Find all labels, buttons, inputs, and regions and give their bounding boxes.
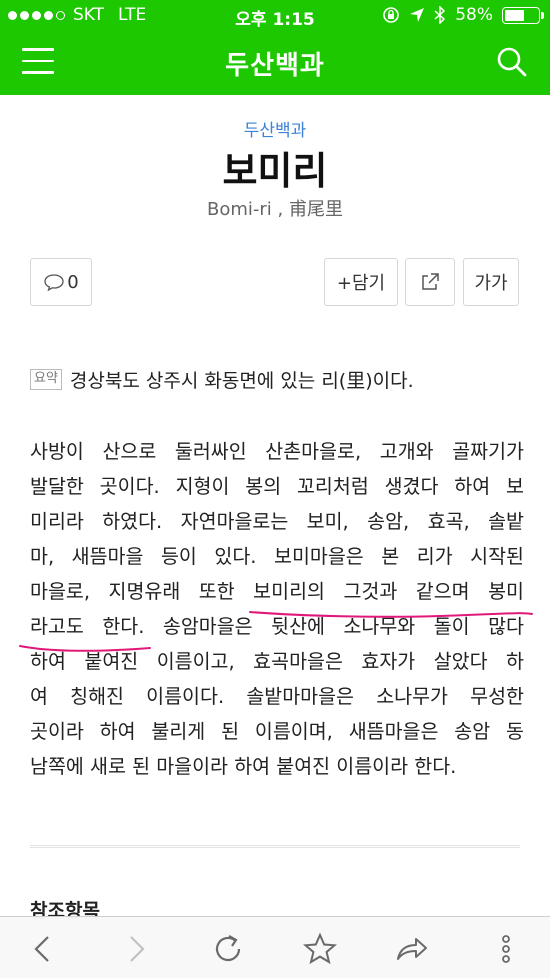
speech-bubble-icon xyxy=(44,274,64,291)
share-button[interactable] xyxy=(405,258,455,306)
save-button[interactable]: +담기 xyxy=(324,258,398,306)
battery-percent: 58% xyxy=(455,5,493,25)
entry-subtitle: Bomi-ri , 甫尾里 xyxy=(207,199,343,220)
body-line: 여 칭해진 이름이다. 솔밭마마을은 소나무가 무성한 xyxy=(30,685,524,708)
more-vertical-icon[interactable] xyxy=(488,931,524,967)
body-line: 남쪽에 새로 된 마을이라 하여 붙여진 이름이라 한다. xyxy=(30,755,457,778)
search-icon[interactable] xyxy=(494,44,530,80)
bluetooth-icon xyxy=(434,6,446,24)
share-icon xyxy=(422,273,439,290)
page-title: 보미리 xyxy=(222,149,328,193)
browser-toolbar xyxy=(0,916,550,978)
status-bar: SKT LTE 오후 1:15 58% xyxy=(0,0,550,30)
reload-icon[interactable] xyxy=(210,931,246,967)
body-line: 라고도 한다. 송암마을은 뒷산에 소나무와 돌이 많다 xyxy=(30,615,524,638)
summary-text: 경상북도 상주시 화동면에 있는 리(里)이다. xyxy=(69,370,414,392)
article-body: 사방이 산으로 둘러싸인 산촌마을로, 고개와 골짜기가 발달한 곳이다. 지형… xyxy=(30,434,524,784)
battery-icon xyxy=(502,6,544,24)
section-divider xyxy=(30,845,520,848)
status-right: 58% xyxy=(382,5,544,25)
entry-category-link[interactable]: 두산백과 xyxy=(0,116,550,141)
font-size-label: 가가 xyxy=(474,273,508,294)
body-line: 사방이 산으로 둘러싸인 산촌마을로, 고개와 골짜기가 xyxy=(30,440,524,463)
body-line: 발달한 곳이다. 지형이 봉의 꼬리처럼 생겼다 하여 보 xyxy=(30,475,524,498)
star-icon[interactable] xyxy=(302,931,338,967)
body-line: 마을로, 지명유래 또한 보미리의 그것과 같으며 봉미 xyxy=(30,580,524,603)
location-icon xyxy=(410,8,425,22)
summary-tag: 요약 xyxy=(30,369,62,390)
app-header: 두산백과 xyxy=(0,30,550,95)
comment-count: 0 xyxy=(67,271,79,293)
rotation-lock-icon xyxy=(383,7,400,23)
summary: 요약 경상북도 상주시 화동면에 있는 리(里)이다. xyxy=(30,366,520,393)
save-button-label: +담기 xyxy=(336,273,386,294)
body-line: 미리라 하였다. 자연마을로는 보미, 송암, 효곡, 솔밭 xyxy=(30,510,524,533)
arrow-share-icon[interactable] xyxy=(394,931,430,967)
body-line: 곳이라 하여 불리게 된 이름이며, 새뜸마을은 송암 동 xyxy=(30,720,524,743)
chevron-left-icon[interactable] xyxy=(26,931,62,967)
comment-button[interactable]: 0 xyxy=(30,258,92,306)
body-line: 마, 새뜸마을 등이 있다. 보미마을은 본 리가 시작된 xyxy=(30,545,524,568)
header-title[interactable]: 두산백과 xyxy=(0,45,550,82)
font-size-button[interactable]: 가가 xyxy=(463,258,519,306)
body-line: 하여 붙여진 이름이고, 효곡마을은 효자가 살았다 하 xyxy=(30,650,524,673)
chevron-right-icon[interactable] xyxy=(118,931,154,967)
